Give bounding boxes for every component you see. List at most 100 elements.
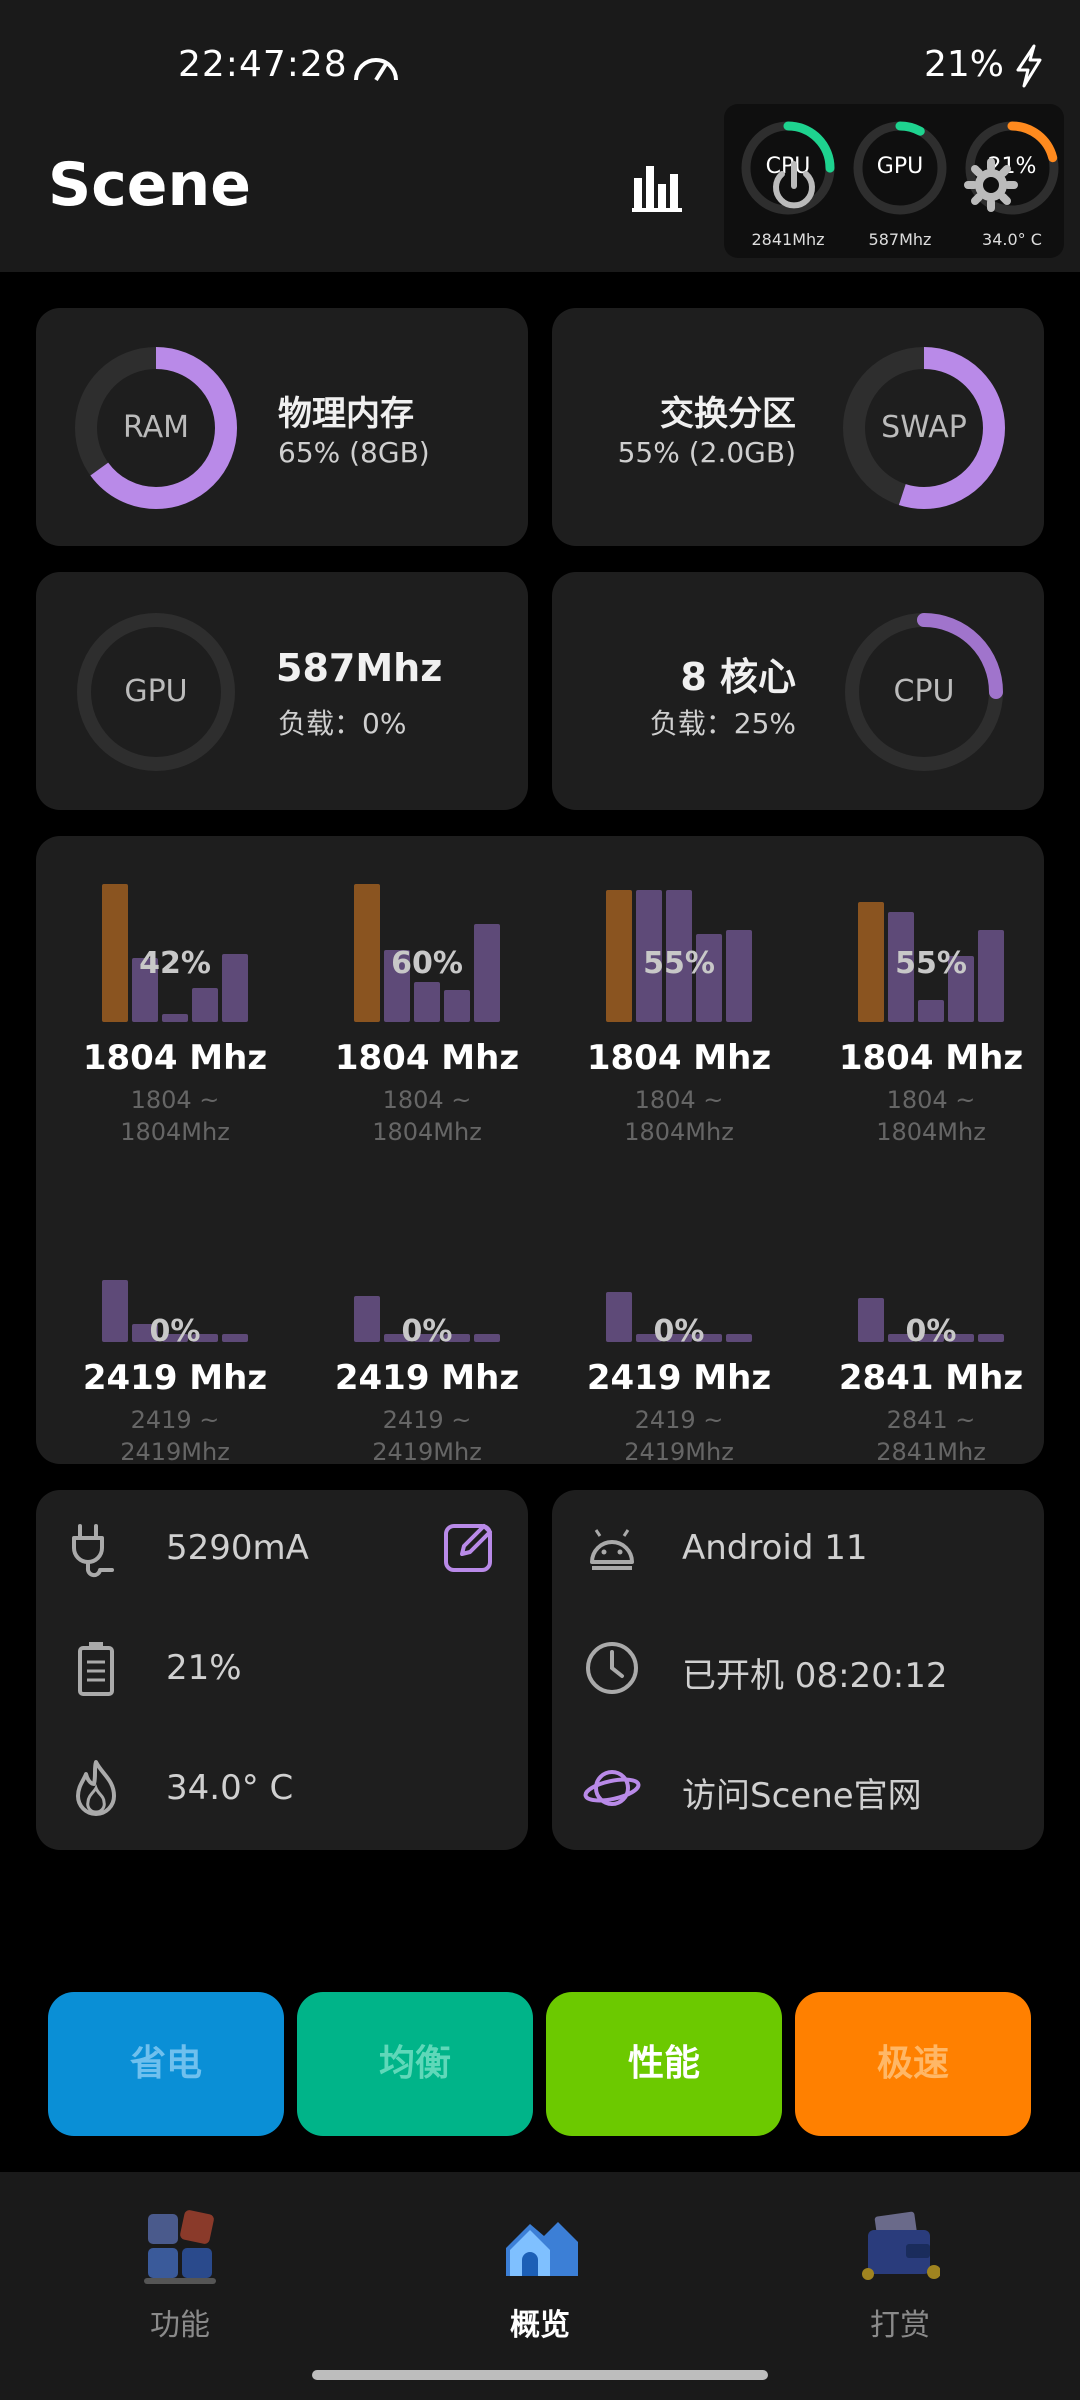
mode-performance-button[interactable]: 性能 [546,1992,782,2136]
core-frequency: 1804 Mhz [838,1038,1024,1078]
cpu-card[interactable]: 8 核心 负载：25% CPU [552,572,1044,810]
battery-temperature: 34.0° C [166,1768,294,1808]
swap-card[interactable]: 交换分区 55% (2.0GB) SWAP [552,308,1044,546]
speedometer-icon [354,58,398,82]
mode-power-save-button[interactable]: 省电 [48,1992,284,2136]
core-frequency: 2419 Mhz [334,1358,520,1398]
core-frequency-range: 1804 ~1804Mhz [876,1086,986,1146]
gpu-load: 负载：0% [278,707,407,740]
android-version-row: Android 11 [552,1508,1044,1588]
cpu-load: 负载：25% [649,707,796,740]
core-frequency-range: 1804 ~1804Mhz [120,1086,230,1146]
cpu-cores-panel[interactable]: 42% 1804 Mhz 1804 ~1804Mhz 60% 1804 Mhz 1804 … [36,836,1044,1464]
core-load-bar [162,1014,188,1022]
core-frequency: 1804 Mhz [586,1038,772,1078]
mode-fast-button[interactable]: 极速 [795,1992,1031,2136]
core-item: 0% 2841 Mhz 2841 ~2841Mhz [808,1192,1044,1464]
nav-item-overview[interactable]: 概览 [440,2208,640,2358]
core-load-bar [414,982,440,1022]
nav-label-reward: 打赏 [870,2308,930,2343]
core-load: 55% [643,946,715,981]
ram-title: 物理内存 [278,394,414,434]
core-frequency: 2419 Mhz [586,1358,772,1398]
power-icon[interactable] [770,160,818,212]
cpu-mini-gauge: CPU 2841Mhz [738,118,838,250]
nav-item-reward[interactable]: 打赏 [800,2208,1000,2358]
website-link[interactable]: 访问Scene官网 [682,1768,922,1817]
temperature-row: 34.0° C [36,1748,528,1828]
core-item: 0% 2419 Mhz 2419 ~2419Mhz [304,1192,544,1464]
plug-icon [72,1524,114,1578]
charge-current: 5290mA [166,1528,309,1568]
core-load: 0% [653,1314,705,1349]
core-frequency: 1804 Mhz [334,1038,520,1078]
cpu-ring-label: CPU [893,674,955,709]
gpu-ring-label: GPU [124,674,188,709]
core-load-bar [918,1000,944,1022]
status-bar: 22:47:28 21% [0,0,1080,100]
flame-icon [76,1760,116,1816]
battery-level-row: 21% [36,1628,528,1708]
edit-icon[interactable] [442,1518,498,1574]
gpu-mini-gauge: GPU 587Mhz [850,118,950,250]
core-item: 0% 2419 Mhz 2419 ~2419Mhz [556,1192,796,1464]
nav-label-features: 功能 [150,2308,210,2343]
core-item: 0% 2419 Mhz 2419 ~2419Mhz [52,1192,292,1464]
cpu-cores: 8 核心 [680,655,796,699]
ram-card[interactable]: RAM 物理内存 65% (8GB) [36,308,528,546]
settings-gear-icon[interactable] [964,158,1018,212]
swap-ring-label: SWAP [881,410,967,445]
core-load: 0% [149,1314,201,1349]
core-frequency-range: 2841 ~2841Mhz [876,1406,986,1464]
core-load-bar [192,988,218,1022]
swap-detail: 55% (2.0GB) [617,436,796,469]
core-frequency-range: 2419 ~2419Mhz [372,1406,482,1464]
ram-detail: 65% (8GB) [278,436,430,469]
home-indicator[interactable] [312,2370,768,2380]
website-row[interactable]: 访问Scene官网 [552,1748,1044,1828]
core-frequency-range: 2419 ~2419Mhz [120,1406,230,1464]
home-icon [506,2222,578,2276]
core-load: 0% [905,1314,957,1349]
core-load: 60% [391,946,463,981]
battery-info-card: 5290mA 21% 34.0° C [36,1490,528,1850]
core-item: 55% 1804 Mhz 1804 ~1804Mhz [556,872,796,1162]
monitor-panel[interactable]: CPU 2841Mhz GPU 587Mhz 21% 34.0° C [724,104,1064,258]
blocks-icon [144,2210,216,2284]
app-title: Scene [48,150,251,220]
uptime-row: 已开机 08:20:12 [552,1628,1044,1708]
nav-item-features[interactable]: 功能 [80,2208,280,2358]
core-frequency: 2841 Mhz [838,1358,1024,1398]
core-load-bar [444,990,470,1022]
cpu-ring: CPU [842,610,1006,774]
ram-ring-label: RAM [122,410,190,445]
gpu-frequency: 587Mhz [276,646,443,690]
core-item: 55% 1804 Mhz 1804 ~1804Mhz [808,872,1044,1162]
planet-icon [583,1770,641,1806]
mode-balance-button[interactable]: 均衡 [297,1992,533,2136]
battery-mini-gauge: 21% 34.0° C [962,118,1062,250]
core-frequency-range: 2419 ~2419Mhz [624,1406,734,1464]
core-item: 42% 1804 Mhz 1804 ~1804Mhz [52,872,292,1162]
gpu-gauge-label: GPU [876,154,924,179]
charging-bolt-icon [1016,44,1042,88]
system-info-card: Android 11 已开机 08:20:12 访问Scene官网 [552,1490,1044,1850]
gpu-gauge-value: 587Mhz [868,230,932,249]
battery-percent: 21% [923,44,1004,85]
bar-chart-icon[interactable] [630,158,686,214]
battery-level: 21% [166,1648,242,1688]
swap-ring: SWAP [842,346,1006,510]
cpu-gauge-value: 2841Mhz [751,230,825,249]
gpu-card[interactable]: GPU 587Mhz 负载：0% [36,572,528,810]
clock-icon [586,1642,638,1694]
ram-ring: RAM [74,346,238,510]
battery-icon [78,1642,114,1696]
gpu-ring: GPU [74,610,238,774]
android-icon [590,1529,634,1570]
core-load: 42% [139,946,211,981]
nav-label-overview: 概览 [510,2308,570,2343]
core-frequency-range: 1804 ~1804Mhz [624,1086,734,1146]
wallet-icon [862,2211,940,2280]
app-bar: Scene CPU 2841Mhz GPU 587Mhz 21% 34.0° C [0,100,1080,272]
core-item: 60% 1804 Mhz 1804 ~1804Mhz [304,872,544,1162]
